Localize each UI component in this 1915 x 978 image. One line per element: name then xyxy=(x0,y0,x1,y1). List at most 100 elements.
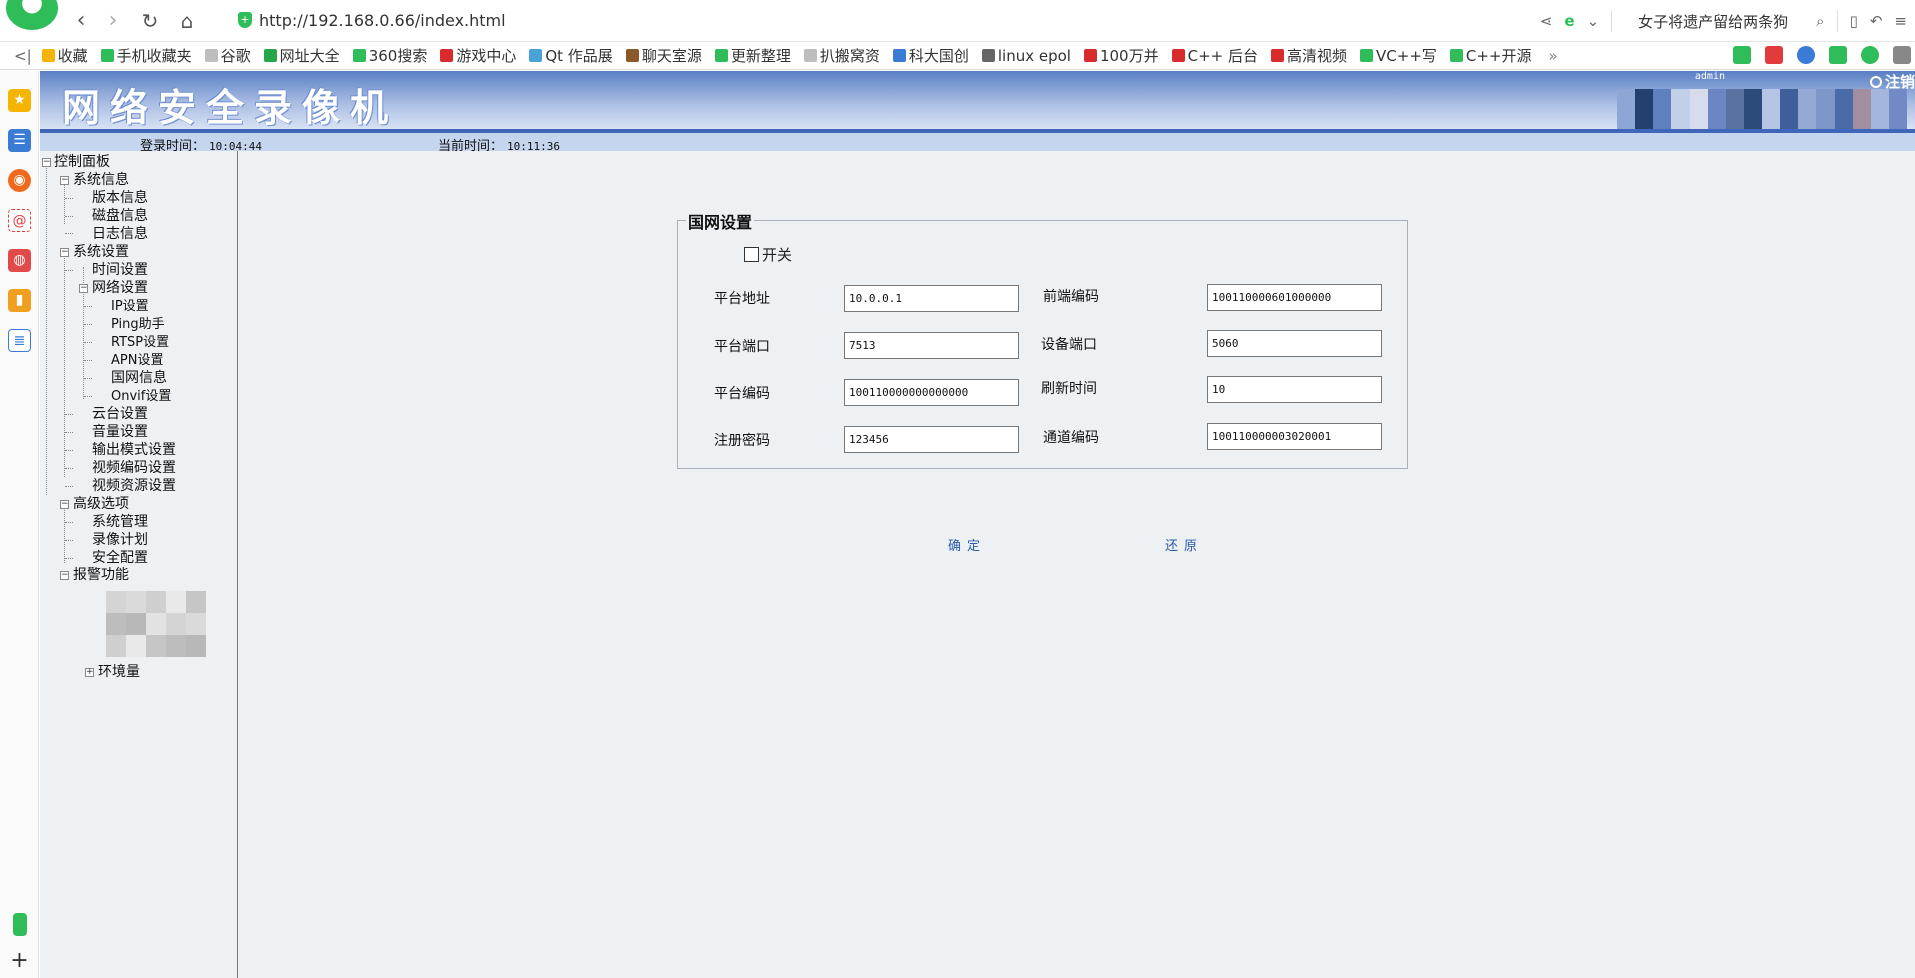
bookmark-item[interactable]: 高清视频 xyxy=(1271,45,1347,66)
apps-grid-icon[interactable] xyxy=(1893,46,1911,64)
home-icon[interactable]: ⌂ xyxy=(174,8,200,34)
tree-node-vres[interactable]: 视频资源设置 xyxy=(92,478,176,495)
bookmark-item[interactable]: 扒搬窝资 xyxy=(803,45,880,66)
tree-node-sysmgr[interactable]: 系统管理 xyxy=(92,514,148,531)
restore-button[interactable]: 还原 xyxy=(1165,535,1203,554)
platform-code-input[interactable] xyxy=(844,379,1019,406)
tree-node-venc[interactable]: 视频编码设置 xyxy=(92,460,176,477)
bookmark-item[interactable]: 聊天室源 xyxy=(625,45,702,66)
add-icon[interactable]: + xyxy=(8,949,31,972)
share-icon[interactable]: ⋖ xyxy=(1540,12,1553,30)
mail-icon[interactable]: @ xyxy=(8,209,31,232)
bookmark-item[interactable]: 游戏中心 xyxy=(440,45,516,66)
bookmark-item[interactable]: 360搜索 xyxy=(352,45,427,66)
bookmark-item[interactable]: VC++写 xyxy=(1360,45,1437,66)
document-icon[interactable]: ≣ xyxy=(8,329,31,352)
more-bookmarks-icon[interactable]: » xyxy=(1549,47,1558,65)
collapse-icon[interactable]: − xyxy=(42,158,51,167)
ok-button[interactable]: 确定 xyxy=(948,535,986,554)
bookmark-item[interactable]: 手机收藏夹 xyxy=(100,45,192,66)
front-code-input[interactable] xyxy=(1207,284,1382,311)
tree-node-ip[interactable]: IP设置 xyxy=(111,298,149,315)
device-port-input[interactable] xyxy=(1207,330,1382,357)
bookmark-item[interactable]: 网址大全 xyxy=(263,45,340,66)
blur-tile xyxy=(106,613,126,635)
bookmark-item[interactable]: 收藏 xyxy=(41,45,88,66)
tree-node-network[interactable]: 网络设置 xyxy=(92,280,148,297)
find-icon[interactable] xyxy=(1797,46,1815,64)
expand-icon[interactable]: + xyxy=(85,668,94,677)
mosaic-tile xyxy=(1870,109,1889,129)
bookmark-label: 高清视频 xyxy=(1287,47,1348,65)
switch-checkbox[interactable] xyxy=(744,247,759,262)
screenshot-icon[interactable] xyxy=(1765,46,1783,64)
mosaic-tile xyxy=(1671,109,1690,129)
browser-engine-icon[interactable]: e xyxy=(1564,12,1574,30)
game-icon[interactable] xyxy=(1829,46,1847,64)
wallet-icon[interactable] xyxy=(1861,46,1879,64)
reload-icon[interactable]: ↻ xyxy=(137,8,163,34)
tree-node-record[interactable]: 录像计划 xyxy=(92,532,148,549)
tree-node-log[interactable]: 日志信息 xyxy=(92,226,148,243)
collapse-icon[interactable]: − xyxy=(60,500,69,509)
bookmark-item[interactable]: linux epol xyxy=(981,47,1071,65)
platform-addr-input[interactable] xyxy=(844,285,1019,312)
undo-icon[interactable]: ↶ xyxy=(1870,12,1883,30)
switch-toggle[interactable]: 开关 xyxy=(744,244,792,265)
tree-node-ping[interactable]: Ping助手 xyxy=(111,316,165,333)
translate-icon[interactable] xyxy=(1733,46,1751,64)
current-time-label: 当前时间： xyxy=(438,139,504,154)
weibo-icon[interactable]: ◉ xyxy=(8,169,31,192)
tree-node-version[interactable]: 版本信息 xyxy=(92,190,148,207)
tree-node-apn[interactable]: APN设置 xyxy=(111,352,163,369)
channel-code-input[interactable] xyxy=(1207,423,1382,450)
platform-port-input[interactable] xyxy=(844,332,1019,359)
search-icon[interactable]: ⌕ xyxy=(1816,12,1824,30)
tree-node-rtsp[interactable]: RTSP设置 xyxy=(111,334,169,351)
tree-node-env[interactable]: 环境量 xyxy=(98,664,140,681)
collapse-icon[interactable]: − xyxy=(60,248,69,257)
chevron-down-icon[interactable]: ⌄ xyxy=(1587,12,1600,30)
bookmark-label: VC++写 xyxy=(1376,47,1437,65)
tree-node-output[interactable]: 输出模式设置 xyxy=(92,442,176,459)
favorites-star-icon[interactable]: ★ xyxy=(8,89,31,112)
tree-node-gw[interactable]: 国网信息 xyxy=(111,370,167,387)
tree-node-onvif[interactable]: Onvif设置 xyxy=(111,388,171,405)
bookmark-icon xyxy=(1271,49,1284,62)
bookmark-item[interactable]: 更新整理 xyxy=(714,45,791,66)
collapse-icon[interactable]: − xyxy=(79,284,88,293)
tree-node-sysset[interactable]: 系统设置 xyxy=(73,244,129,261)
tree-node-security[interactable]: 安全配置 xyxy=(92,550,148,567)
bookmark-item[interactable]: Qt 作品展 xyxy=(529,45,613,66)
bookmark-item[interactable]: C++开源 xyxy=(1449,45,1532,66)
address-bar[interactable]: http://192.168.0.66/index.html xyxy=(259,11,506,30)
game-robot-icon[interactable]: ◍ xyxy=(8,249,31,272)
bookmark-item[interactable]: 谷歌 xyxy=(204,45,251,66)
battery-icon[interactable] xyxy=(13,913,27,936)
logout-button[interactable]: 注销 xyxy=(1869,71,1915,92)
tree-node-volume[interactable]: 音量设置 xyxy=(92,424,148,441)
search-input[interactable]: 女子将遗产留给两条狗 xyxy=(1638,11,1788,32)
bookmark-item[interactable]: 科大国创 xyxy=(892,45,969,66)
bookmark-item[interactable]: C++ 后台 xyxy=(1171,45,1258,66)
bookmark-item[interactable]: 100万并 xyxy=(1083,45,1159,66)
forward-icon[interactable]: › xyxy=(100,8,126,34)
tree-node-ptz[interactable]: 云台设置 xyxy=(92,406,148,423)
collapse-icon[interactable]: − xyxy=(60,571,69,580)
tree-node-disk[interactable]: 磁盘信息 xyxy=(92,208,148,225)
collapse-icon[interactable]: <| xyxy=(14,47,32,65)
notes-icon[interactable]: ▮ xyxy=(8,289,31,312)
news-icon[interactable]: ☰ xyxy=(8,129,31,152)
refresh-input[interactable] xyxy=(1207,376,1382,403)
tree-node-time[interactable]: 时间设置 xyxy=(92,262,148,279)
phone-icon[interactable]: ▯ xyxy=(1850,12,1858,30)
reg-pwd-input[interactable] xyxy=(844,426,1019,453)
menu-icon[interactable]: ≡ xyxy=(1894,12,1907,30)
collapse-icon[interactable]: − xyxy=(60,176,69,185)
tree-node-root[interactable]: 控制面板 xyxy=(54,154,110,171)
tree-node-sysinfo[interactable]: 系统信息 xyxy=(73,172,129,189)
blur-tile xyxy=(166,591,186,613)
tree-node-advanced[interactable]: 高级选项 xyxy=(73,496,129,513)
tree-node-alarm[interactable]: 报警功能 xyxy=(73,567,129,584)
back-icon[interactable]: ‹ xyxy=(68,8,94,34)
